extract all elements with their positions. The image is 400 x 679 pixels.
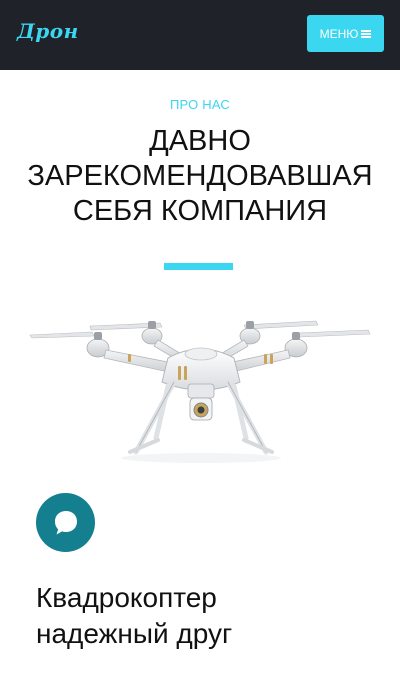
feature-badge: [36, 493, 95, 552]
section-heading: ДАВНО ЗАРЕКОМЕНДОВАВШАЯ СЕБЯ КОМПАНИЯ: [0, 124, 400, 229]
chat-bubble-icon: [54, 510, 77, 534]
site-logo[interactable]: Дрон: [17, 19, 79, 43]
feature-title: Квадрокоптер надежный друг: [36, 580, 376, 652]
heading-line: СЕБЯ КОМПАНИЯ: [72, 195, 328, 227]
section-eyebrow: ПРО НАС: [169, 97, 230, 112]
hamburger-icon: [361, 29, 372, 38]
heading-line: ЗАРЕКОМЕНДОВАВШАЯ: [27, 160, 373, 192]
site-header: Дрон МЕНЮ: [0, 0, 400, 70]
accent-divider: [164, 263, 233, 270]
menu-button[interactable]: МЕНЮ: [307, 15, 384, 52]
page: Дрон МЕНЮ ПРО НАС ДАВНО ЗАРЕКОМЕНДОВАВША…: [0, 0, 400, 679]
feature-title-line: надежный друг: [36, 618, 233, 649]
heading-line: ДАВНО: [149, 125, 251, 157]
menu-button-label: МЕНЮ: [319, 26, 359, 41]
drone-image: [29, 320, 371, 463]
feature-title-line: Квадрокоптер: [36, 582, 217, 613]
